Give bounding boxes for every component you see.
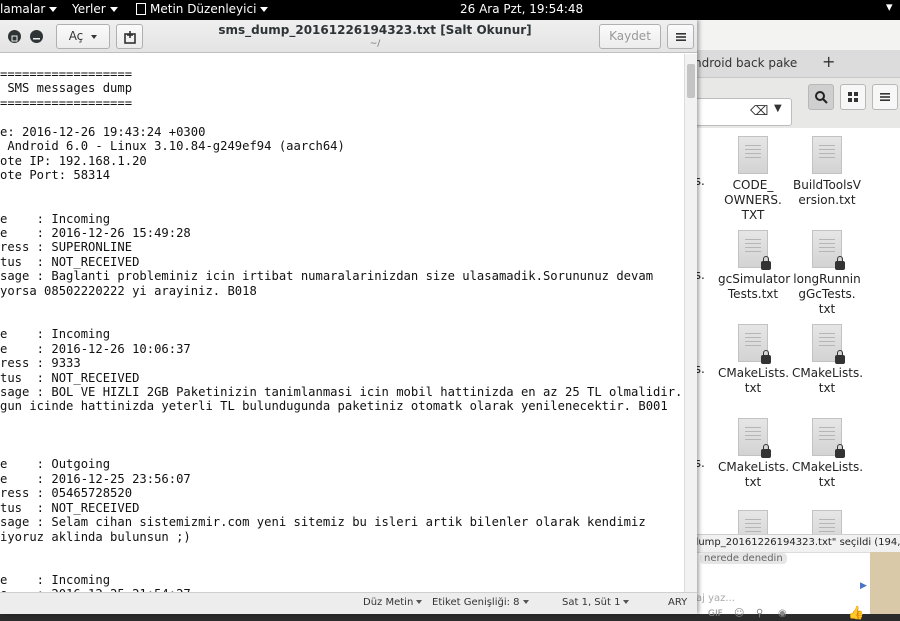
new-document-icon [123, 31, 136, 44]
lock-icon [835, 444, 845, 458]
clock[interactable]: 26 Ara Pzt, 19:54:48 [460, 2, 583, 16]
lock-icon [835, 350, 845, 364]
file-name: BuildToolsV ersion.txt [793, 178, 861, 207]
chat-message-preview: nerede denedin [700, 553, 787, 564]
location-entry[interactable]: ⌫ ▼ [690, 98, 792, 126]
chevron-down-icon[interactable]: ▼ [774, 103, 782, 114]
document-path: ~/ [369, 39, 381, 49]
text-file-icon [812, 418, 845, 458]
app-menu[interactable]: Metin Düzenleyici [136, 2, 269, 16]
text-file-icon [738, 136, 768, 174]
file-item[interactable]: CMakeLists. txt [792, 324, 864, 396]
top-bar: lamalar Yerler Metin Düzenleyici 26 Ara … [0, 0, 900, 20]
file-item[interactable]: BuildToolsV ersion.txt [792, 136, 862, 208]
menu-button[interactable] [872, 84, 898, 110]
document-text: ================== SMS messages dump ===… [0, 67, 683, 592]
chevron-down-icon [416, 600, 423, 604]
search-button[interactable] [808, 84, 834, 110]
file-name: CODE_ OWNERS. TXT [724, 178, 782, 222]
text-editor-window: Aç sms_dump_20161226194323.txt [Salt Oku… [0, 20, 697, 614]
window-menu-button[interactable] [8, 30, 21, 43]
text-file-icon [738, 324, 771, 364]
clear-text-icon[interactable]: ⌫ [750, 104, 768, 119]
hamburger-icon [675, 33, 686, 41]
tab-width-selector[interactable]: Etiket Genişliği: 8 [432, 597, 529, 608]
lock-icon [761, 444, 771, 458]
chat-tool-icons: GIF ☺ ⚲ ◉ 👍 [690, 606, 870, 621]
chevron-down-icon [49, 7, 58, 12]
lock-icon [761, 256, 771, 270]
search-icon [815, 91, 828, 104]
window-icon [11, 35, 18, 42]
lock-icon [835, 256, 845, 270]
file-name: longRunnin gGcTests. txt [793, 272, 861, 316]
grid-icon [848, 92, 858, 102]
file-name: CMakeLists. txt [792, 460, 864, 489]
editor-headerbar: Aç sms_dump_20161226194323.txt [Salt Oku… [0, 20, 697, 53]
chevron-down-icon [91, 34, 98, 39]
text-file-icon [812, 230, 845, 270]
cursor-position-selector[interactable]: Sat 1, Süt 1 [562, 597, 630, 608]
file-item[interactable]: CODE_ OWNERS. TXT [718, 136, 788, 223]
file-item[interactable]: CMakeLists. txt [718, 418, 790, 490]
lock-icon [761, 350, 771, 364]
places-menu[interactable]: Yerler [72, 2, 118, 16]
text-file-icon [738, 230, 771, 270]
minimize-icon [33, 38, 40, 40]
text-view[interactable]: ================== SMS messages dump ===… [0, 54, 684, 592]
chat-panel: nerede denedin aj yaz... ▶ GIF ☺ ⚲ ◉ 👍 [690, 552, 870, 621]
minimize-button[interactable] [30, 30, 43, 43]
chevron-down-icon [522, 600, 529, 604]
plus-icon[interactable]: + [822, 52, 835, 71]
system-menu-arrow-icon[interactable]: ▾ [886, 0, 893, 15]
side-thumbnails [870, 552, 900, 614]
editor-menu-button[interactable] [667, 24, 694, 49]
text-editor-app-icon [136, 3, 146, 15]
document-title: sms_dump_20161226194323.txt [Salt Okunur… [218, 23, 532, 37]
file-grid: ts. ts. ts. ts. CODE_ OWNERS. TXT BuildT… [690, 128, 900, 538]
editor-statusbar: Düz Metin Etiket Genişliği: 8 Sat 1, Süt… [0, 592, 697, 614]
activities-button[interactable]: lamalar [0, 2, 58, 16]
file-name: CMakeLists. txt [792, 366, 864, 395]
file-item[interactable]: CMakeLists. txt [718, 324, 790, 396]
gif-icon[interactable]: GIF [708, 609, 723, 619]
file-manager-tabbar: ndroid back pake + [690, 50, 900, 78]
file-manager-window: ndroid back pake + ⌫ ▼ ts. ts. ts. ts. C… [690, 20, 900, 621]
chevron-down-icon [109, 7, 118, 12]
chat-input[interactable]: aj yaz... [696, 593, 735, 604]
file-name: CMakeLists. txt [718, 366, 790, 395]
grid-view-button[interactable] [840, 84, 866, 110]
new-document-button[interactable] [116, 24, 143, 49]
text-file-icon [812, 324, 845, 364]
chevron-down-icon [260, 7, 269, 12]
text-file-icon [812, 136, 842, 174]
hamburger-icon [880, 93, 890, 101]
open-button[interactable]: Aç [56, 24, 110, 49]
vertical-scrollbar[interactable] [684, 54, 697, 592]
send-arrow-icon[interactable]: ▶ [860, 581, 867, 591]
text-file-icon [738, 418, 771, 458]
insert-mode-indicator: ARY [668, 597, 688, 608]
scrollbar-thumb[interactable] [687, 64, 695, 98]
syntax-mode-selector[interactable]: Düz Metin [363, 597, 423, 608]
save-button[interactable]: Kaydet [599, 24, 661, 49]
selection-status: dump_20161226194323.txt" seçildi (194,2 … [690, 534, 900, 552]
file-item[interactable]: gcSimulator Tests.txt [718, 230, 791, 302]
file-manager-tab[interactable]: ndroid back pake [694, 56, 797, 70]
file-item[interactable]: CMakeLists. txt [792, 418, 864, 490]
chevron-down-icon [623, 600, 630, 604]
file-name: gcSimulator Tests.txt [718, 272, 791, 301]
file-name: CMakeLists. txt [718, 460, 790, 489]
file-item[interactable]: longRunnin gGcTests. txt [792, 230, 862, 317]
